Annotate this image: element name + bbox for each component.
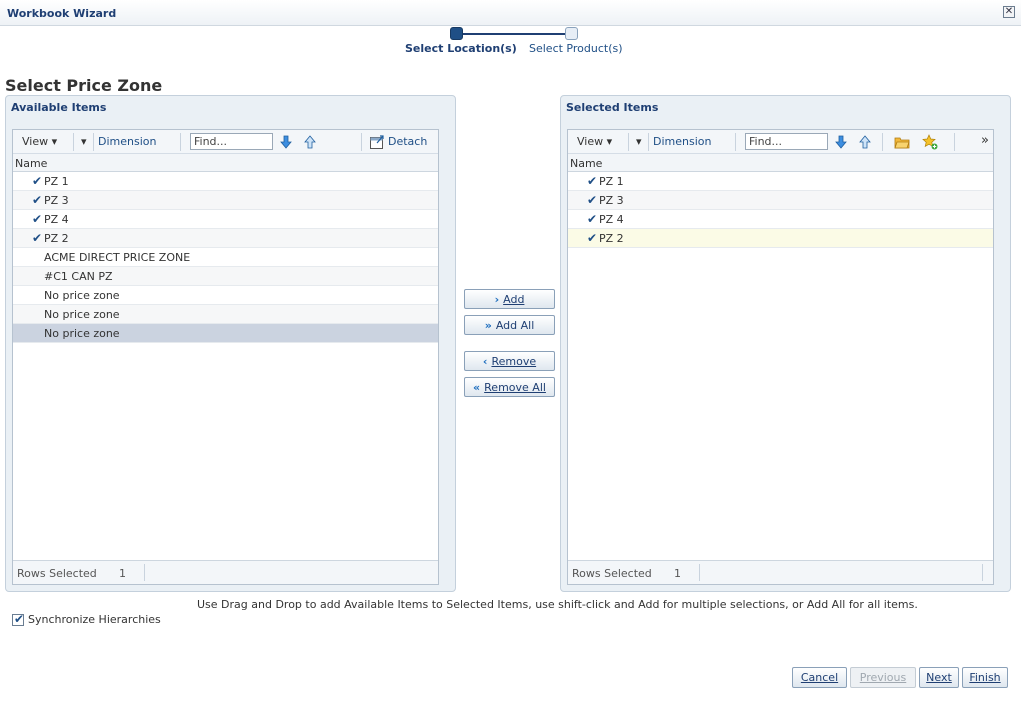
find-input[interactable] <box>190 133 273 150</box>
close-icon[interactable]: ✕ <box>1003 6 1015 18</box>
add-button[interactable]: › Add <box>464 289 555 309</box>
train-stop-current-icon <box>450 27 463 40</box>
double-chevron-left-icon: « <box>473 380 481 394</box>
selected-footer: Rows Selected 1 <box>568 560 993 584</box>
window-title: Workbook Wizard <box>7 7 117 20</box>
available-toolbar: View ▾ ▾ Dimension Detach <box>13 130 438 154</box>
check-icon: ✔ <box>32 231 43 245</box>
double-chevron-right-icon: » <box>484 318 492 332</box>
rows-selected-label: Rows Selected <box>17 567 97 580</box>
dimension-button[interactable]: Dimension <box>98 135 156 148</box>
train-step-location: Select Location(s) <box>405 42 517 55</box>
check-icon: ✔ <box>587 174 598 188</box>
remove-all-button[interactable]: «Remove All <box>464 377 555 397</box>
more-toolbar-icon[interactable]: » <box>981 133 989 148</box>
selected-items-panel: Selected Items View ▾ ▾ Dimension Find..… <box>560 95 1011 592</box>
table-row[interactable]: No price zone <box>13 286 438 305</box>
detach-button[interactable]: Detach <box>388 135 427 148</box>
train-step-product[interactable]: Select Product(s) <box>529 42 623 55</box>
add-favorite-icon[interactable] <box>922 134 938 150</box>
table-row[interactable]: ✔ PZ 4 <box>13 210 438 229</box>
add-all-button[interactable]: » Add All <box>464 315 555 335</box>
column-header-name[interactable]: Name <box>568 154 993 172</box>
finish-button[interactable]: Finish <box>962 667 1008 688</box>
column-header-name[interactable]: Name <box>13 154 438 172</box>
rows-selected-count: 1 <box>674 567 681 580</box>
remove-button[interactable]: ‹ Remove <box>464 351 555 371</box>
find-next-icon[interactable] <box>833 134 849 150</box>
train-connector <box>457 33 572 35</box>
available-rows: ✔ PZ 1 ✔ PZ 3 ✔ PZ 4 ✔ PZ 2 ACME DIRECT PRIC… <box>13 172 438 343</box>
table-row[interactable]: ✔ PZ 1 <box>568 172 993 191</box>
selected-rows: ✔ PZ 1 ✔ PZ 3 ✔ PZ 4 ✔ PZ 2 <box>568 172 993 248</box>
dimension-button[interactable]: Dimension <box>653 135 711 148</box>
find-previous-icon[interactable] <box>857 134 873 150</box>
table-row[interactable]: ✔ PZ 1 <box>13 172 438 191</box>
check-icon: ✔ <box>587 231 598 245</box>
shuttle-hint-text: Use Drag and Drop to add Available Items… <box>197 598 918 611</box>
check-icon: ✔ <box>32 193 43 207</box>
chevron-left-icon: ‹ <box>482 354 488 368</box>
check-icon: ✔ <box>587 193 598 207</box>
dimension-dropdown-icon[interactable]: ▾ <box>81 135 87 148</box>
open-folder-icon[interactable] <box>894 134 910 150</box>
page-title: Select Price Zone <box>5 76 163 95</box>
synchronize-hierarchies-checkbox[interactable]: ✔ Synchronize Hierarchies <box>12 612 161 626</box>
previous-button[interactable]: Previous <box>850 667 916 688</box>
checkbox-icon[interactable]: ✔ <box>12 612 24 626</box>
available-items-table: View ▾ ▾ Dimension Detach Name ✔PZ 1 <box>12 129 439 585</box>
view-menu[interactable]: View ▾ <box>577 135 612 148</box>
selected-toolbar: View ▾ ▾ Dimension » <box>568 130 993 154</box>
selected-items-title: Selected Items <box>566 101 659 114</box>
table-row-selected[interactable]: ✔ PZ 2 <box>568 229 993 248</box>
available-items-title: Available Items <box>11 101 107 114</box>
train-stop-next-icon[interactable] <box>565 27 578 40</box>
find-input[interactable] <box>745 133 828 150</box>
rows-selected-label: Rows Selected <box>572 567 652 580</box>
table-row[interactable]: ✔ PZ 4 <box>568 210 993 229</box>
check-icon: ✔ <box>32 174 43 188</box>
synchronize-hierarchies-label: Synchronize Hierarchies <box>28 613 161 626</box>
selected-items-table: View ▾ ▾ Dimension » <box>567 129 994 585</box>
table-row[interactable]: ✔ PZ 3 <box>568 191 993 210</box>
available-footer: Rows Selected 1 <box>13 560 438 584</box>
dimension-dropdown-icon[interactable]: ▾ <box>636 135 642 148</box>
table-row[interactable]: ✔ PZ 3 <box>13 191 438 210</box>
find-next-icon[interactable] <box>278 134 294 150</box>
table-row-selected[interactable]: No price zone <box>13 324 438 343</box>
chevron-right-icon: › <box>494 292 500 306</box>
table-row[interactable]: No price zone <box>13 305 438 324</box>
rows-selected-count: 1 <box>119 567 126 580</box>
view-menu[interactable]: View ▾ <box>22 135 57 148</box>
check-icon: ✔ <box>587 212 598 226</box>
check-icon: ✔ <box>32 212 43 226</box>
available-items-panel: Available Items View ▾ ▾ Dimension Detac… <box>5 95 456 592</box>
table-row[interactable]: #C1 CAN PZ <box>13 267 438 286</box>
window-titlebar: Workbook Wizard ✕ <box>0 0 1021 26</box>
table-row[interactable]: ✔ PZ 2 <box>13 229 438 248</box>
find-previous-icon[interactable] <box>302 134 318 150</box>
cancel-button[interactable]: Cancel <box>792 667 847 688</box>
detach-icon[interactable] <box>369 134 385 150</box>
wizard-train: Select Location(s) Select Product(s) <box>400 26 640 60</box>
table-row[interactable]: ACME DIRECT PRICE ZONE <box>13 248 438 267</box>
next-button[interactable]: Next <box>919 667 959 688</box>
